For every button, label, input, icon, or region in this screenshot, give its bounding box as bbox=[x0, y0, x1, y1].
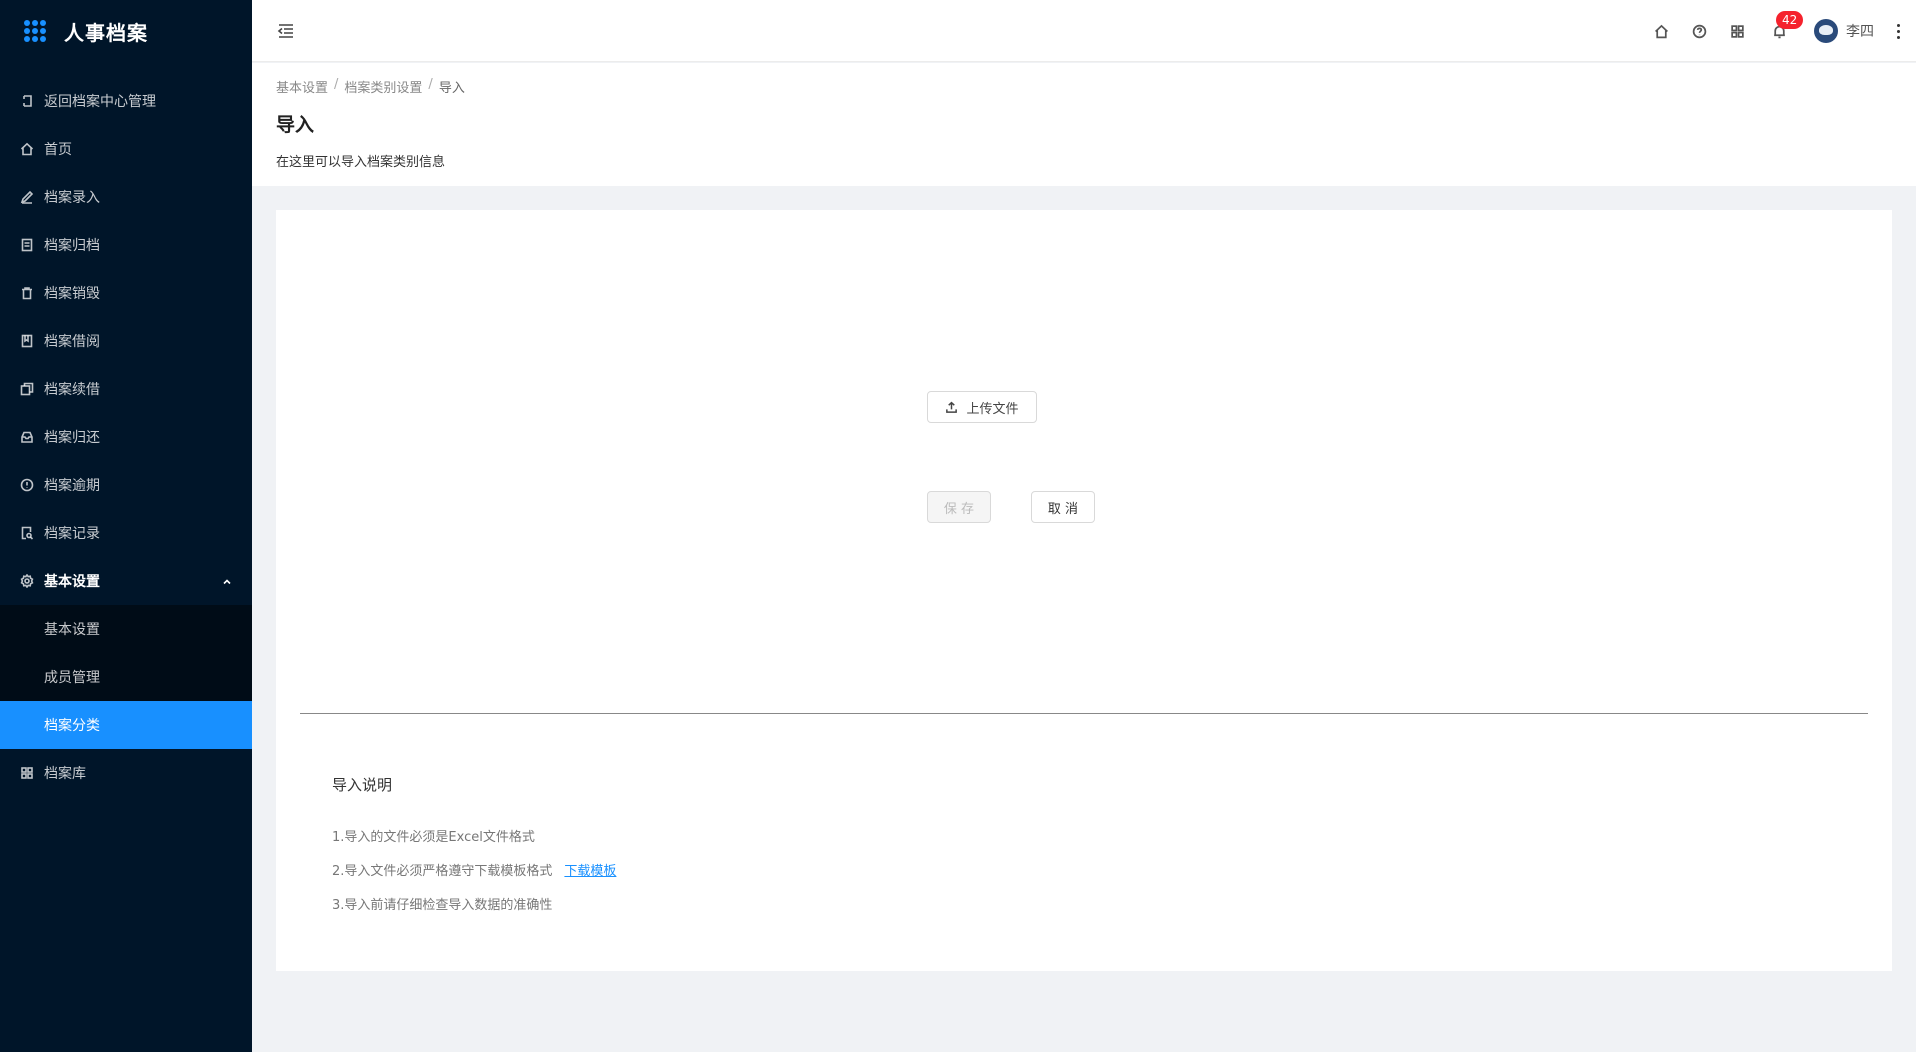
user-name: 李四 bbox=[1846, 24, 1874, 40]
header-actions: 42 李四 bbox=[1642, 0, 1916, 62]
notification-badge: 42 bbox=[1776, 11, 1804, 29]
save-button[interactable]: 保 存 bbox=[927, 491, 991, 523]
inbox-icon bbox=[20, 430, 34, 444]
trash-icon bbox=[20, 286, 34, 300]
alert-circle-icon bbox=[20, 478, 34, 492]
sidebar-item-label: 档案归档 bbox=[44, 238, 100, 254]
breadcrumb-separator: / bbox=[428, 77, 433, 92]
settings-submenu: 基本设置 成员管理 bbox=[0, 605, 252, 701]
sidebar-item-library[interactable]: 档案库 bbox=[0, 749, 252, 797]
sidebar-item-label: 档案录入 bbox=[44, 190, 100, 206]
sidebar-item-settings[interactable]: 基本设置 bbox=[0, 557, 252, 605]
sidebar-item-borrow[interactable]: 档案借阅 bbox=[0, 317, 252, 365]
sidebar-subitem-categories[interactable]: 档案分类 bbox=[0, 701, 252, 749]
sidebar-subitem-label: 基本设置 bbox=[44, 622, 100, 638]
divider bbox=[300, 713, 1868, 714]
sidebar-subitem-members[interactable]: 成员管理 bbox=[0, 653, 252, 701]
sidebar-item-label: 档案借阅 bbox=[44, 334, 100, 350]
import-card: 上传文件 保 存 取 消 导入说明 1.导入的文件必须是Excel文件格式 2.… bbox=[276, 210, 1892, 971]
record-search-icon bbox=[20, 526, 34, 540]
upload-icon bbox=[945, 401, 966, 414]
sidebar-item-label: 档案库 bbox=[44, 766, 86, 782]
app-logo[interactable]: 人事档案 bbox=[0, 0, 252, 62]
download-template-link[interactable]: 下载模板 bbox=[564, 864, 616, 879]
archive-doc-icon bbox=[20, 238, 34, 252]
sidebar-subitem-basic-settings[interactable]: 基本设置 bbox=[0, 605, 252, 653]
home-icon[interactable] bbox=[1642, 0, 1680, 62]
sidebar-item-return[interactable]: 档案归还 bbox=[0, 413, 252, 461]
sidebar-subitem-label: 档案分类 bbox=[44, 718, 100, 734]
sidebar: 人事档案 返回档案中心管理 首页 档案录入 档案归档 档案销毁 档案借阅 档案续… bbox=[0, 0, 252, 1052]
copy-icon bbox=[20, 382, 34, 396]
avatar bbox=[1814, 19, 1838, 43]
sidebar-item-renew[interactable]: 档案续借 bbox=[0, 365, 252, 413]
breadcrumb: 基本设置 / 档案类别设置 / 导入 bbox=[276, 77, 1892, 96]
notification-button[interactable]: 42 bbox=[1756, 0, 1804, 62]
sidebar-item-label: 档案记录 bbox=[44, 526, 100, 542]
sidebar-item-archive[interactable]: 档案归档 bbox=[0, 221, 252, 269]
home-icon bbox=[20, 142, 34, 156]
breadcrumb-separator: / bbox=[334, 77, 339, 92]
top-header: 42 李四 bbox=[252, 0, 1916, 62]
more-vertical-icon[interactable] bbox=[1888, 0, 1908, 62]
sidebar-item-label: 返回档案中心管理 bbox=[44, 94, 156, 110]
import-note-with-link: 2.导入文件必须严格遵守下载模板格式 下载模板 bbox=[332, 860, 616, 879]
page-description: 在这里可以导入档案类别信息 bbox=[276, 155, 446, 170]
sidebar-item-label: 档案销毁 bbox=[44, 286, 100, 302]
breadcrumb-item[interactable]: 档案类别设置 bbox=[344, 77, 422, 96]
breadcrumb-current: 导入 bbox=[438, 81, 465, 96]
sidebar-item-label: 档案归还 bbox=[44, 430, 100, 446]
return-icon bbox=[20, 94, 34, 108]
breadcrumb-item[interactable]: 基本设置 bbox=[276, 77, 328, 96]
page-title: 导入 bbox=[276, 114, 315, 136]
import-note: 2.导入文件必须严格遵守下载模板格式 bbox=[332, 864, 553, 879]
import-note: 1.导入的文件必须是Excel文件格式 bbox=[332, 830, 535, 845]
app-title: 人事档案 bbox=[64, 20, 148, 45]
settings-icon bbox=[20, 574, 34, 588]
cancel-button[interactable]: 取 消 bbox=[1031, 491, 1095, 523]
apps-grid-icon bbox=[24, 20, 46, 42]
upload-button-label: 上传文件 bbox=[966, 401, 1019, 417]
grid-icon bbox=[20, 766, 34, 780]
edit-icon bbox=[20, 190, 34, 204]
sidebar-item-records[interactable]: 档案记录 bbox=[0, 509, 252, 557]
upload-file-button[interactable]: 上传文件 bbox=[927, 391, 1037, 423]
sidebar-item-label: 基本设置 bbox=[44, 574, 100, 590]
import-notes-title: 导入说明 bbox=[332, 776, 393, 794]
sidebar-item-label: 档案续借 bbox=[44, 382, 100, 398]
help-icon[interactable] bbox=[1680, 0, 1718, 62]
sidebar-item-label: 档案逾期 bbox=[44, 478, 100, 494]
sidebar-item-home[interactable]: 首页 bbox=[0, 125, 252, 173]
chevron-up-icon bbox=[222, 575, 232, 591]
sidebar-item-destroy[interactable]: 档案销毁 bbox=[0, 269, 252, 317]
page-header: 基本设置 / 档案类别设置 / 导入 导入 在这里可以导入档案类别信息 bbox=[252, 63, 1916, 186]
sidebar-menu: 返回档案中心管理 首页 档案录入 档案归档 档案销毁 档案借阅 档案续借 档案归… bbox=[0, 77, 252, 797]
book-icon bbox=[20, 334, 34, 348]
sidebar-subitem-label: 成员管理 bbox=[44, 670, 100, 686]
sidebar-item-back[interactable]: 返回档案中心管理 bbox=[0, 77, 252, 125]
user-menu[interactable]: 李四 bbox=[1802, 0, 1888, 62]
apps-icon[interactable] bbox=[1718, 0, 1756, 62]
import-note: 3.导入前请仔细检查导入数据的准确性 bbox=[332, 898, 553, 913]
sidebar-item-entry[interactable]: 档案录入 bbox=[0, 173, 252, 221]
menu-fold-icon[interactable] bbox=[276, 21, 296, 41]
sidebar-item-overdue[interactable]: 档案逾期 bbox=[0, 461, 252, 509]
sidebar-item-label: 首页 bbox=[44, 142, 72, 158]
